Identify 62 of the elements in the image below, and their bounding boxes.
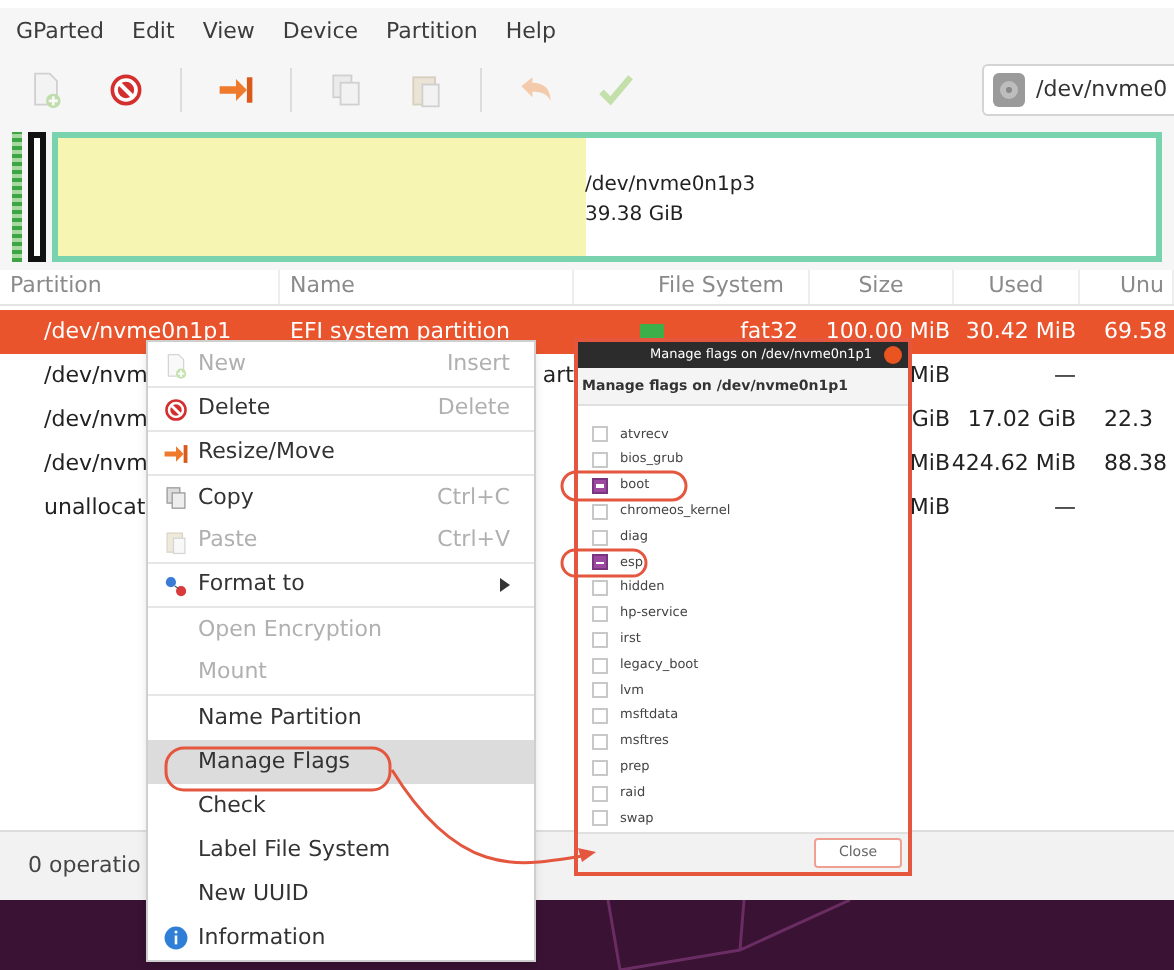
shortcut-text: Ctrl+V (437, 524, 510, 557)
partition-block[interactable]: /dev/nvme0n1p3 39.38 GiB (52, 132, 1162, 262)
copy-icon (162, 484, 190, 512)
menu-item[interactable]: Check (148, 784, 534, 828)
size-value: 100.00 MiB (825, 315, 950, 348)
partition-path: unallocat (44, 491, 146, 524)
size-value: GiB (911, 403, 950, 436)
menu-item[interactable]: Manage Flags (148, 740, 534, 784)
menu-item[interactable]: Edit (132, 15, 175, 49)
menu-item[interactable]: GParted (16, 15, 104, 49)
close-button[interactable] (884, 345, 902, 364)
unused-value: 88.38 (1104, 447, 1167, 480)
unused-value: 22.3 (1104, 403, 1153, 436)
unused-value: 69.58 (1104, 315, 1167, 348)
stop-icon (106, 70, 146, 110)
used-value: — (1054, 491, 1076, 524)
menu-item[interactable]: Format to (148, 564, 534, 608)
menu-item[interactable]: Copy Ctrl+C (148, 476, 534, 520)
partition-path: /dev/nvm (44, 359, 148, 392)
used-value: 30.42 MiB (965, 315, 1076, 348)
format-icon (162, 571, 190, 599)
info-icon (162, 924, 190, 952)
partition-name: EFI system partition (290, 315, 510, 348)
used-value: 424.62 MiB (951, 447, 1076, 480)
copy-icon (326, 70, 366, 110)
size-value: MiB (909, 359, 950, 392)
menu-item[interactable]: Help (505, 15, 556, 49)
device-selector[interactable]: /dev/nvme0 (982, 64, 1174, 116)
clipboard-icon (406, 70, 446, 110)
used-value: 17.02 GiB (967, 403, 1076, 436)
checkmark-icon (596, 70, 636, 110)
stop-icon (162, 395, 190, 423)
partition-label: /dev/nvme0n1p3 (585, 172, 756, 200)
checkbox[interactable] (592, 478, 608, 495)
clipboard-icon (162, 527, 190, 555)
submenu-arrow-icon (500, 578, 510, 592)
checkbox[interactable] (592, 554, 608, 571)
menu-item[interactable]: New UUID (148, 872, 534, 916)
size-value: MiB (909, 491, 950, 524)
shortcut-text: Insert (446, 348, 510, 381)
shortcut-text: Delete (437, 392, 510, 425)
partition-block[interactable] (28, 132, 46, 262)
menu-item[interactable]: View (202, 15, 255, 49)
partition-size: 39.38 GiB (585, 202, 686, 230)
document-plus-icon (162, 351, 190, 379)
partition-path: /dev/nvme0n1p1 (44, 315, 232, 348)
menu-item[interactable]: Delete Delete (148, 388, 534, 432)
partition-path: /dev/nvm (44, 403, 148, 436)
partition-name: art (542, 359, 574, 392)
menu-item[interactable]: Name Partition (148, 696, 534, 740)
menu-item[interactable]: Information (148, 916, 534, 960)
used-value: — (1054, 359, 1076, 392)
menu-item[interactable]: Device (282, 15, 359, 49)
menu-item[interactable]: Partition (386, 15, 478, 49)
arrow-to-bar-icon (162, 439, 190, 467)
shortcut-text: Ctrl+C (437, 481, 510, 514)
size-value: MiB (909, 447, 950, 480)
menu-item[interactable]: Label File System (148, 828, 534, 872)
file-system: fat32 (740, 315, 798, 348)
status-text: 0 operatio (28, 849, 141, 882)
partition-path: /dev/nvm (44, 447, 148, 480)
menu-item[interactable]: Resize/Move (148, 432, 534, 476)
